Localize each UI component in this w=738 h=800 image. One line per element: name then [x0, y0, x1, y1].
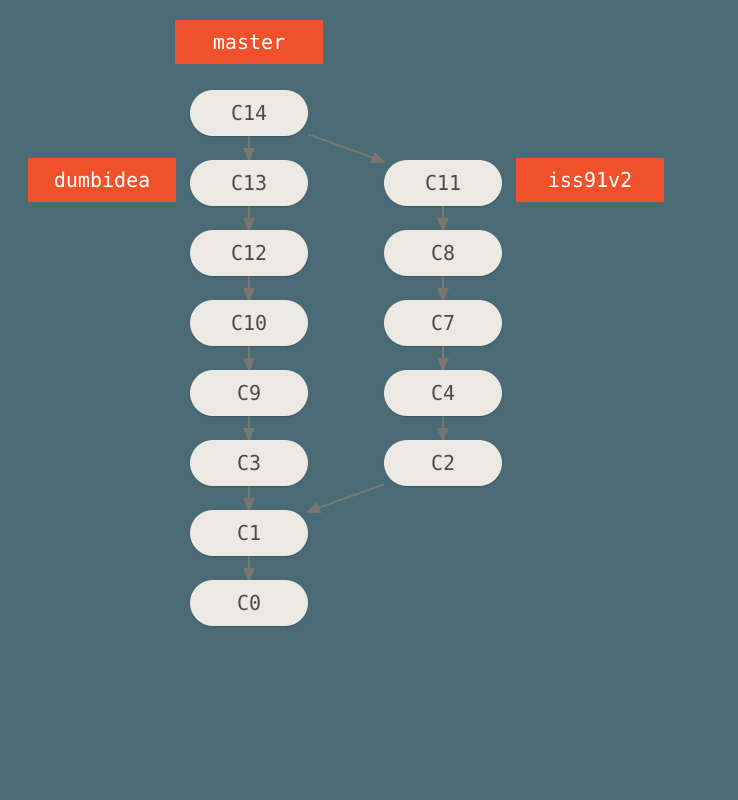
- branch-iss91v2: iss91v2: [516, 158, 664, 202]
- commit-c14: C14: [190, 90, 308, 136]
- commit-c7: C7: [384, 300, 502, 346]
- arrow-C2-C1: [308, 484, 384, 511]
- branch-dumbidea: dumbidea: [28, 158, 176, 202]
- commit-c3: C3: [190, 440, 308, 486]
- commit-c9: C9: [190, 370, 308, 416]
- commit-c10: C10: [190, 300, 308, 346]
- commit-c2: C2: [384, 440, 502, 486]
- commit-c12: C12: [190, 230, 308, 276]
- commit-c8: C8: [384, 230, 502, 276]
- arrow-C14-C11: [308, 134, 384, 161]
- commit-c4: C4: [384, 370, 502, 416]
- commit-c1: C1: [190, 510, 308, 556]
- commit-c13: C13: [190, 160, 308, 206]
- commit-c0: C0: [190, 580, 308, 626]
- git-graph: master dumbidea iss91v2 C14 C13 C12 C10 …: [0, 0, 738, 800]
- commit-c11: C11: [384, 160, 502, 206]
- branch-master: master: [175, 20, 323, 64]
- arrows-layer: [0, 0, 738, 800]
